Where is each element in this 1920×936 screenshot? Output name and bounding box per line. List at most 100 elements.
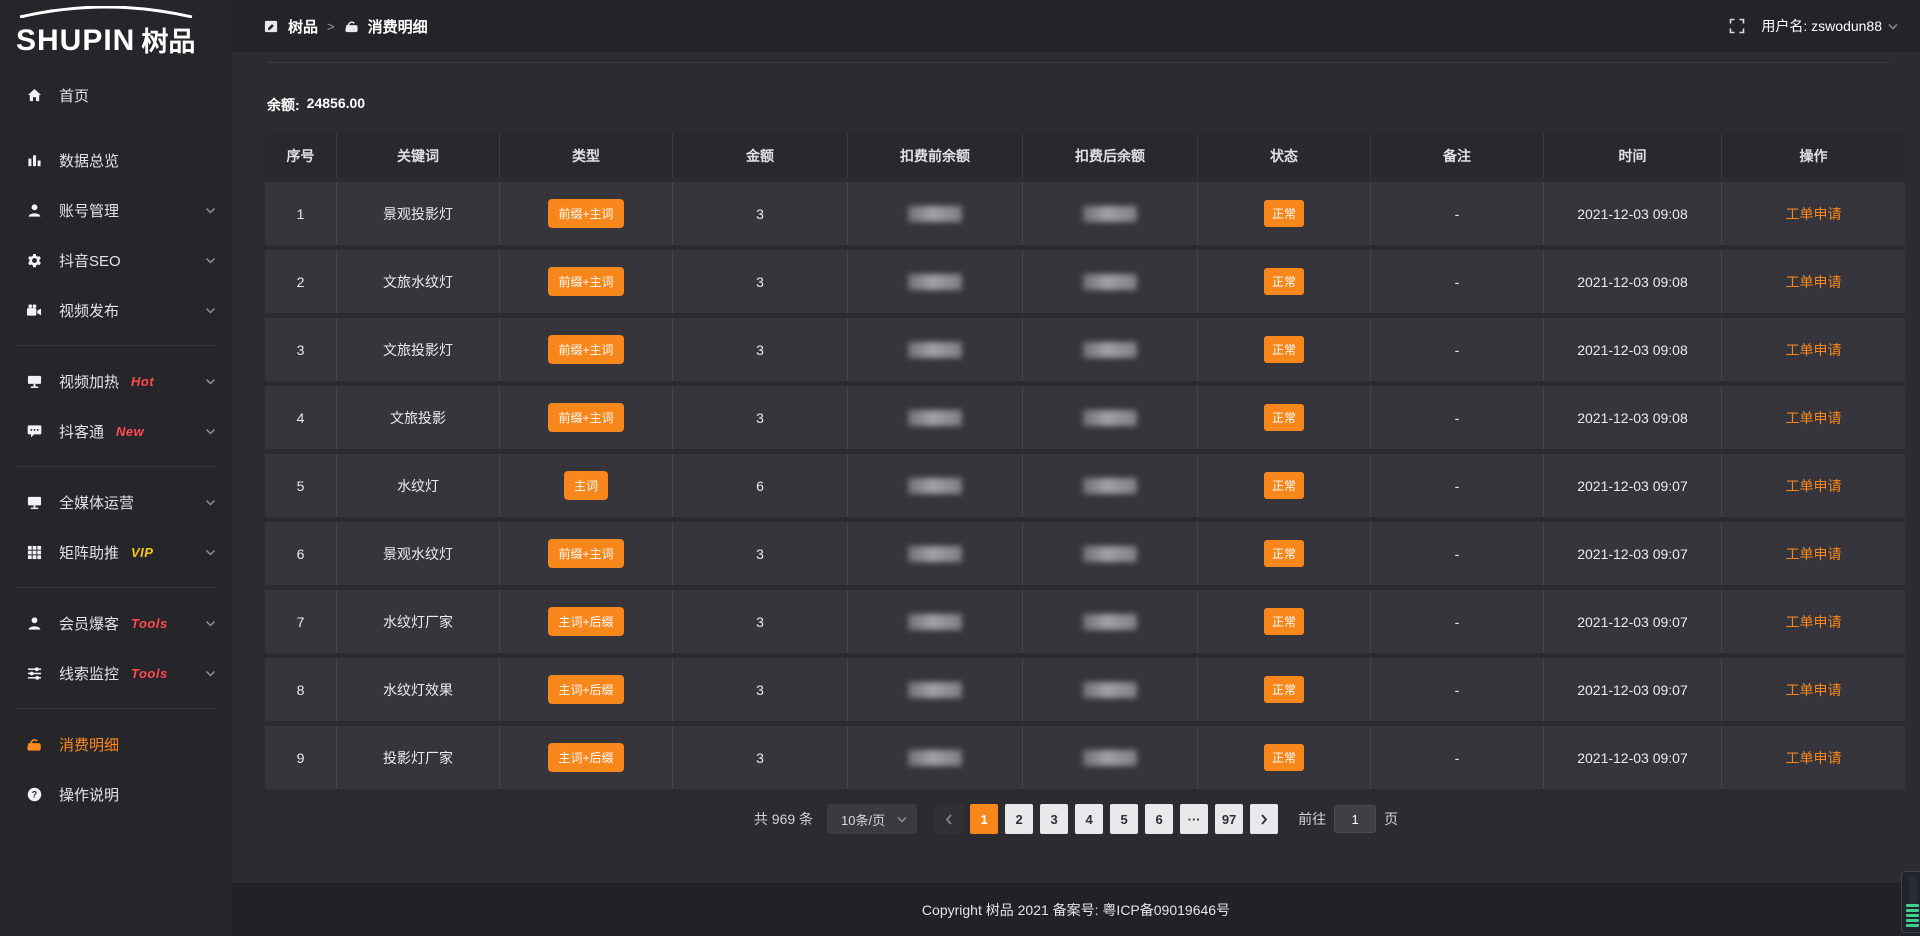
equalizer-widget — [1901, 871, 1920, 933]
sidebar-item-video-heat[interactable]: 视频加热Hot — [0, 356, 232, 406]
cell-remark: - — [1371, 590, 1544, 653]
page-button-4[interactable]: 4 — [1075, 804, 1103, 834]
cell-time: 2021-12-03 09:07 — [1544, 522, 1722, 585]
page-button-1[interactable]: 1 — [970, 804, 998, 834]
sidebar-item-member-burst[interactable]: 会员爆客Tools — [0, 598, 232, 648]
cell-type: 主词+后缀 — [500, 658, 673, 721]
page-size-select[interactable]: 10条/页 — [827, 804, 917, 834]
page-button-97[interactable]: 97 — [1215, 804, 1243, 834]
chevron-down-icon — [205, 620, 216, 627]
cell-balance-before — [848, 318, 1023, 381]
cell-balance-before — [848, 658, 1023, 721]
user-icon — [24, 203, 44, 218]
page-button-5[interactable]: 5 — [1110, 804, 1138, 834]
ticket-request-link[interactable]: 工单申请 — [1786, 272, 1842, 292]
sidebar-item-douketong[interactable]: 抖客通 New — [0, 406, 232, 456]
sidebar-item-consume-detail[interactable]: 消费明细 — [0, 719, 232, 769]
goto-page: 前往 页 — [1298, 805, 1398, 833]
cell-type: 前缀+主词 — [500, 318, 673, 381]
status-badge: 正常 — [1264, 472, 1304, 499]
main-content: 余额: 24856.00 序号关键词类型金额扣费前余额扣费后余额状态备注时间操作… — [232, 52, 1920, 883]
cell-type: 主词 — [500, 454, 673, 517]
sidebar-item-instructions[interactable]: ?操作说明 — [0, 769, 232, 819]
cell-index: 6 — [265, 522, 337, 585]
sidebar-item-all-media[interactable]: 全媒体运营 — [0, 477, 232, 527]
cell-remark: - — [1371, 726, 1544, 789]
cell-type: 前缀+主词 — [500, 386, 673, 449]
cell-amount: 3 — [673, 250, 848, 313]
sidebar-nav: 首页数据总览账号管理抖音SEO 视频发布视频加热Hot 抖客通 New 全媒体运营矩阵助… — [0, 70, 232, 819]
sidebar-item-data-overview[interactable]: 数据总览 — [0, 135, 232, 185]
table-row: 9投影灯厂家主词+后缀3正常-2021-12-03 09:07工单申请 — [265, 726, 1905, 789]
prev-page-button[interactable] — [935, 804, 963, 834]
next-page-button[interactable] — [1250, 804, 1278, 834]
ticket-request-link[interactable]: 工单申请 — [1786, 612, 1842, 632]
cell-balance-before — [848, 454, 1023, 517]
cell-balance-before — [848, 522, 1023, 585]
table-row: 4文旅投影前缀+主词3正常-2021-12-03 09:08工单申请 — [265, 386, 1905, 449]
ticket-request-link[interactable]: 工单申请 — [1786, 340, 1842, 360]
column-header: 类型 — [500, 134, 673, 177]
cell-amount: 3 — [673, 318, 848, 381]
ticket-request-link[interactable]: 工单申请 — [1786, 204, 1842, 224]
cell-balance-before — [848, 250, 1023, 313]
masked-balance — [1083, 342, 1137, 358]
cell-balance-after — [1023, 318, 1198, 381]
more-pages-button[interactable]: ··· — [1180, 804, 1208, 834]
masked-balance — [1083, 614, 1137, 630]
sidebar-item-badge: Tools — [131, 616, 168, 631]
ticket-request-link[interactable]: 工单申请 — [1786, 476, 1842, 496]
total-count: 共 969 条 — [754, 809, 813, 829]
breadcrumb-separator: > — [327, 19, 335, 34]
ticket-request-link[interactable]: 工单申请 — [1786, 680, 1842, 700]
type-badge: 前缀+主词 — [548, 539, 623, 568]
cell-keyword: 水纹灯效果 — [337, 658, 500, 721]
sidebar-item-label: 抖音SEO — [59, 250, 121, 271]
balance-label: 余额: — [267, 95, 300, 115]
cell-keyword: 水纹灯 — [337, 454, 500, 517]
sidebar-item-account-manage[interactable]: 账号管理 — [0, 185, 232, 235]
cell-index: 8 — [265, 658, 337, 721]
cell-time: 2021-12-03 09:07 — [1544, 590, 1722, 653]
cell-keyword: 投影灯厂家 — [337, 726, 500, 789]
cell-time: 2021-12-03 09:07 — [1544, 454, 1722, 517]
cell-type: 主词+后缀 — [500, 590, 673, 653]
cell-keyword: 文旅水纹灯 — [337, 250, 500, 313]
sidebar-item-label: 矩阵助推 — [59, 542, 119, 563]
column-header: 备注 — [1371, 134, 1544, 177]
chevron-down-icon — [205, 378, 216, 385]
sidebar-item-douyin-seo[interactable]: 抖音SEO — [0, 235, 232, 285]
ticket-request-link[interactable]: 工单申请 — [1786, 748, 1842, 768]
sidebar-item-label: 数据总览 — [59, 150, 119, 171]
ticket-request-link[interactable]: 工单申请 — [1786, 408, 1842, 428]
breadcrumb-current: 消费明细 — [368, 16, 428, 37]
sidebar-item-lead-monitor[interactable]: 线索监控Tools — [0, 648, 232, 698]
sidebar-item-label: 抖客通 — [59, 421, 104, 442]
page-button-6[interactable]: 6 — [1145, 804, 1173, 834]
cell-status: 正常 — [1198, 182, 1371, 245]
user-menu[interactable]: 用户名: zswodun88 — [1761, 16, 1898, 36]
page-button-3[interactable]: 3 — [1040, 804, 1068, 834]
sidebar-item-label: 全媒体运营 — [59, 492, 134, 513]
breadcrumb-root[interactable]: 树品 — [288, 16, 318, 37]
page-button-2[interactable]: 2 — [1005, 804, 1033, 834]
goto-page-input[interactable] — [1334, 805, 1376, 833]
ticket-request-link[interactable]: 工单申请 — [1786, 544, 1842, 564]
status-badge: 正常 — [1264, 608, 1304, 635]
table-row: 2文旅水纹灯前缀+主词3正常-2021-12-03 09:08工单申请 — [265, 250, 1905, 313]
sidebar-item-badge: New — [116, 424, 144, 439]
cell-time: 2021-12-03 09:08 — [1544, 386, 1722, 449]
sidebar-item-home[interactable]: 首页 — [0, 70, 232, 120]
masked-balance — [908, 682, 962, 698]
type-badge: 前缀+主词 — [548, 267, 623, 296]
cell-type: 前缀+主词 — [500, 250, 673, 313]
sidebar-item-video-publish[interactable]: 视频发布 — [0, 285, 232, 335]
status-badge: 正常 — [1264, 540, 1304, 567]
cell-balance-after — [1023, 386, 1198, 449]
status-badge: 正常 — [1264, 404, 1304, 431]
question-icon: ? — [24, 787, 44, 802]
fullscreen-icon[interactable] — [1729, 18, 1745, 34]
cell-status: 正常 — [1198, 386, 1371, 449]
status-badge: 正常 — [1264, 268, 1304, 295]
sidebar-item-matrix-boost[interactable]: 矩阵助推VIP — [0, 527, 232, 577]
